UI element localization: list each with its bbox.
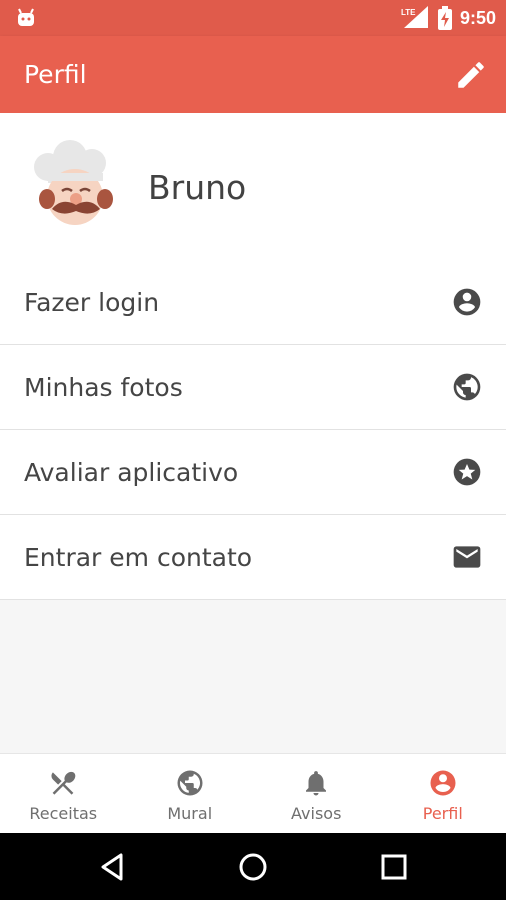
app-bar: Perfil [0,36,506,113]
profile-name: Bruno [148,168,247,207]
profile-menu: Fazer login Minhas fotos Avaliar aplicat… [0,260,506,600]
nav-item-perfil[interactable]: Perfil [380,754,506,834]
bottom-navigation: Receitas Mural Avisos Perfil [0,753,506,834]
battery-charging-icon [437,6,452,30]
recents-icon[interactable] [378,851,410,883]
nav-item-mural[interactable]: Mural [127,754,254,834]
status-bar: LTE 9:50 [0,0,506,36]
chef-avatar [34,140,113,225]
account-circle-icon [430,770,456,796]
menu-item-label: Minhas fotos [24,373,183,402]
page-title: Perfil [24,60,87,89]
menu-item-label: Fazer login [24,288,160,317]
menu-item-contact[interactable]: Entrar em contato [0,515,506,600]
system-navigation-bar [0,833,506,900]
back-icon[interactable] [97,851,129,883]
menu-item-label: Avaliar aplicativo [24,458,239,487]
status-time: 9:50 [459,7,496,28]
profile-header: Bruno [0,113,506,260]
nav-label: Mural [167,804,213,823]
menu-item-label: Entrar em contato [24,543,253,572]
nav-item-avisos[interactable]: Avisos [253,754,380,834]
globe-icon [453,373,481,401]
star-circle-icon [453,458,481,486]
globe-icon [177,770,203,796]
edit-icon[interactable] [454,58,488,92]
nav-label: Receitas [29,804,98,823]
bell-icon [306,771,327,796]
fork-knife-icon [51,771,76,795]
menu-item-login[interactable]: Fazer login [0,260,506,345]
account-circle-icon [453,288,481,316]
nav-item-receitas[interactable]: Receitas [0,754,127,834]
menu-item-my-photos[interactable]: Minhas fotos [0,345,506,430]
menu-item-rate-app[interactable]: Avaliar aplicativo [0,430,506,515]
home-icon[interactable] [237,851,269,883]
nav-label: Perfil [422,804,463,823]
mail-icon [453,546,481,568]
network-label: LTE [401,8,416,17]
android-icon [18,8,34,26]
signal-icon: LTE [401,6,428,28]
nav-label: Avisos [291,804,342,823]
